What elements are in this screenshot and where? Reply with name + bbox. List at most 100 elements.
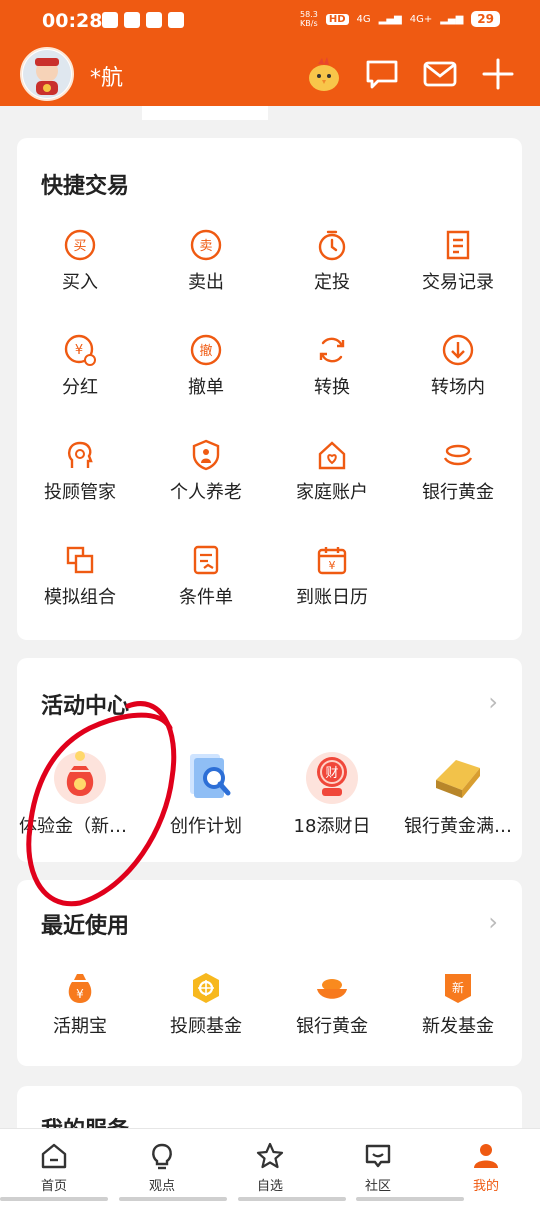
quick-item-cancel[interactable]: 撤 撤单 <box>143 333 269 399</box>
simulate-icon <box>66 546 94 574</box>
nav-label: 观点 <box>148 1179 175 1194</box>
svg-text:¥: ¥ <box>329 559 336 572</box>
network-4g: 4G <box>356 13 371 25</box>
quick-item-condition[interactable]: 条件单 <box>143 543 269 609</box>
quick-item-invest[interactable]: 定投 <box>269 228 395 294</box>
nav-community[interactable]: 社区 <box>338 1141 418 1194</box>
recent-item-current[interactable]: ¥ 活期宝 <box>17 970 143 1038</box>
family-icon <box>318 441 346 470</box>
svg-text:¥: ¥ <box>76 987 84 1001</box>
gesture-bar <box>237 1197 346 1201</box>
recent-item-label: 投顾基金 <box>170 1016 242 1037</box>
network-4g-plus: 4G+ <box>409 13 433 25</box>
status-right: 58.3 KB/s HD 4G ▂▄▆ 4G+ ▂▄▆ 29 <box>300 10 500 28</box>
sell-icon: 卖 <box>190 229 222 261</box>
advisor-icon <box>67 441 93 468</box>
chat-notification-icon <box>102 12 118 28</box>
battery-icon: 29 <box>471 11 500 27</box>
activity-item-gold-full[interactable]: 银行黄金满… <box>395 746 521 838</box>
gold-bar-icon <box>436 760 480 798</box>
star-icon <box>256 1142 284 1169</box>
home-icon <box>41 1143 67 1169</box>
avatar-image-icon <box>23 50 71 98</box>
create-plan-icon <box>190 754 231 798</box>
quick-item-record[interactable]: 交易记录 <box>395 228 521 294</box>
activity-item-label: 18添财日 <box>293 816 371 837</box>
quick-item-advisor[interactable]: 投顾管家 <box>17 438 143 504</box>
dividend-icon: ¥ <box>64 334 96 366</box>
quick-item-label: 转场内 <box>431 377 485 398</box>
signal-icon-2: ▂▄▆ <box>440 13 464 25</box>
wealth-day-icon: 财 <box>306 752 358 804</box>
nav-label: 自选 <box>256 1179 283 1194</box>
quick-item-label: 交易记录 <box>422 272 494 293</box>
activity-title: 活动中心 <box>41 694 130 719</box>
activity-item-label: 创作计划 <box>170 816 242 837</box>
activity-item-create-plan[interactable]: 创作计划 <box>143 746 269 838</box>
quick-item-label: 转换 <box>314 377 350 398</box>
gesture-bar <box>356 1197 465 1201</box>
mail-icon[interactable] <box>422 56 458 92</box>
gold-ingot-icon <box>317 979 347 999</box>
add-icon[interactable] <box>480 56 516 92</box>
quick-item-simulate[interactable]: 模拟组合 <box>17 543 143 609</box>
quick-item-pension[interactable]: 个人养老 <box>143 438 269 504</box>
quick-item-label: 分红 <box>62 377 98 398</box>
gesture-bar <box>118 1197 227 1201</box>
activity-item-wealth-day[interactable]: 财 18添财日 <box>269 746 395 838</box>
app-notification-icon <box>146 12 162 28</box>
quick-item-label: 家庭账户 <box>296 482 368 503</box>
new-fund-icon: 新 <box>445 974 471 1003</box>
quick-trade-title: 快捷交易 <box>41 174 130 199</box>
quick-item-convert[interactable]: 转换 <box>269 333 395 399</box>
nav-mine[interactable]: 我的 <box>446 1141 526 1194</box>
quick-item-dividend[interactable]: ¥ 分红 <box>17 333 143 399</box>
recent-item-advisor-fund[interactable]: 投顾基金 <box>143 970 269 1038</box>
nav-label: 首页 <box>40 1179 67 1194</box>
net-speed: 58.3 KB/s <box>300 10 318 28</box>
money-bag-icon: ¥ <box>68 974 92 1003</box>
message-icon[interactable] <box>364 56 400 92</box>
quick-item-transfer[interactable]: 转场内 <box>395 333 521 399</box>
nav-watchlist[interactable]: 自选 <box>230 1141 310 1194</box>
person-icon <box>474 1144 498 1168</box>
nav-views[interactable]: 观点 <box>122 1141 202 1194</box>
recent-item-new-fund[interactable]: 新 新发基金 <box>395 970 521 1038</box>
quick-item-sell[interactable]: 卖 卖出 <box>143 228 269 294</box>
lucky-bag-icon <box>54 751 106 804</box>
activity-item-trial-gold[interactable]: 体验金（新… <box>17 746 143 838</box>
notification-icons <box>102 12 184 28</box>
avatar[interactable] <box>20 47 74 101</box>
nav-label: 社区 <box>364 1179 391 1194</box>
nav-label: 我的 <box>472 1179 499 1194</box>
svg-text:买: 买 <box>73 239 86 254</box>
username[interactable]: *航 <box>90 60 123 92</box>
buy-icon: 买 <box>64 229 96 261</box>
record-icon <box>446 230 470 260</box>
recent-title: 最近使用 <box>41 914 130 939</box>
quick-item-label: 个人养老 <box>170 482 242 503</box>
quick-item-buy[interactable]: 买 买入 <box>17 228 143 294</box>
quick-item-family[interactable]: 家庭账户 <box>269 438 395 504</box>
recent-item-label: 活期宝 <box>53 1016 107 1037</box>
status-bar: 00:28 58.3 KB/s HD 4G ▂▄▆ 4G+ ▂▄▆ 29 <box>0 0 540 42</box>
svg-text:撤: 撤 <box>199 343 212 359</box>
activity-item-label: 体验金（新… <box>19 816 127 837</box>
svg-text:卖: 卖 <box>199 239 212 254</box>
transfer-in-icon <box>442 334 474 366</box>
activity-chevron-icon[interactable]: › <box>488 688 498 716</box>
recent-item-bank-gold[interactable]: 银行黄金 <box>269 970 395 1038</box>
chicken-mascot-icon[interactable] <box>304 54 344 94</box>
quick-item-label: 买入 <box>62 272 98 293</box>
recent-chevron-icon[interactable]: › <box>488 908 498 936</box>
advisor-fund-icon <box>193 973 219 1003</box>
timer-icon <box>318 230 346 261</box>
gold-icon <box>443 444 473 466</box>
quick-item-calendar[interactable]: ¥ 到账日历 <box>269 543 395 609</box>
svg-text:财: 财 <box>325 766 338 781</box>
quick-item-label: 银行黄金 <box>422 482 494 503</box>
quick-item-gold[interactable]: 银行黄金 <box>395 438 521 504</box>
quick-item-label: 撤单 <box>188 377 224 398</box>
quick-item-label: 模拟组合 <box>44 587 116 608</box>
nav-home[interactable]: 首页 <box>14 1141 94 1194</box>
